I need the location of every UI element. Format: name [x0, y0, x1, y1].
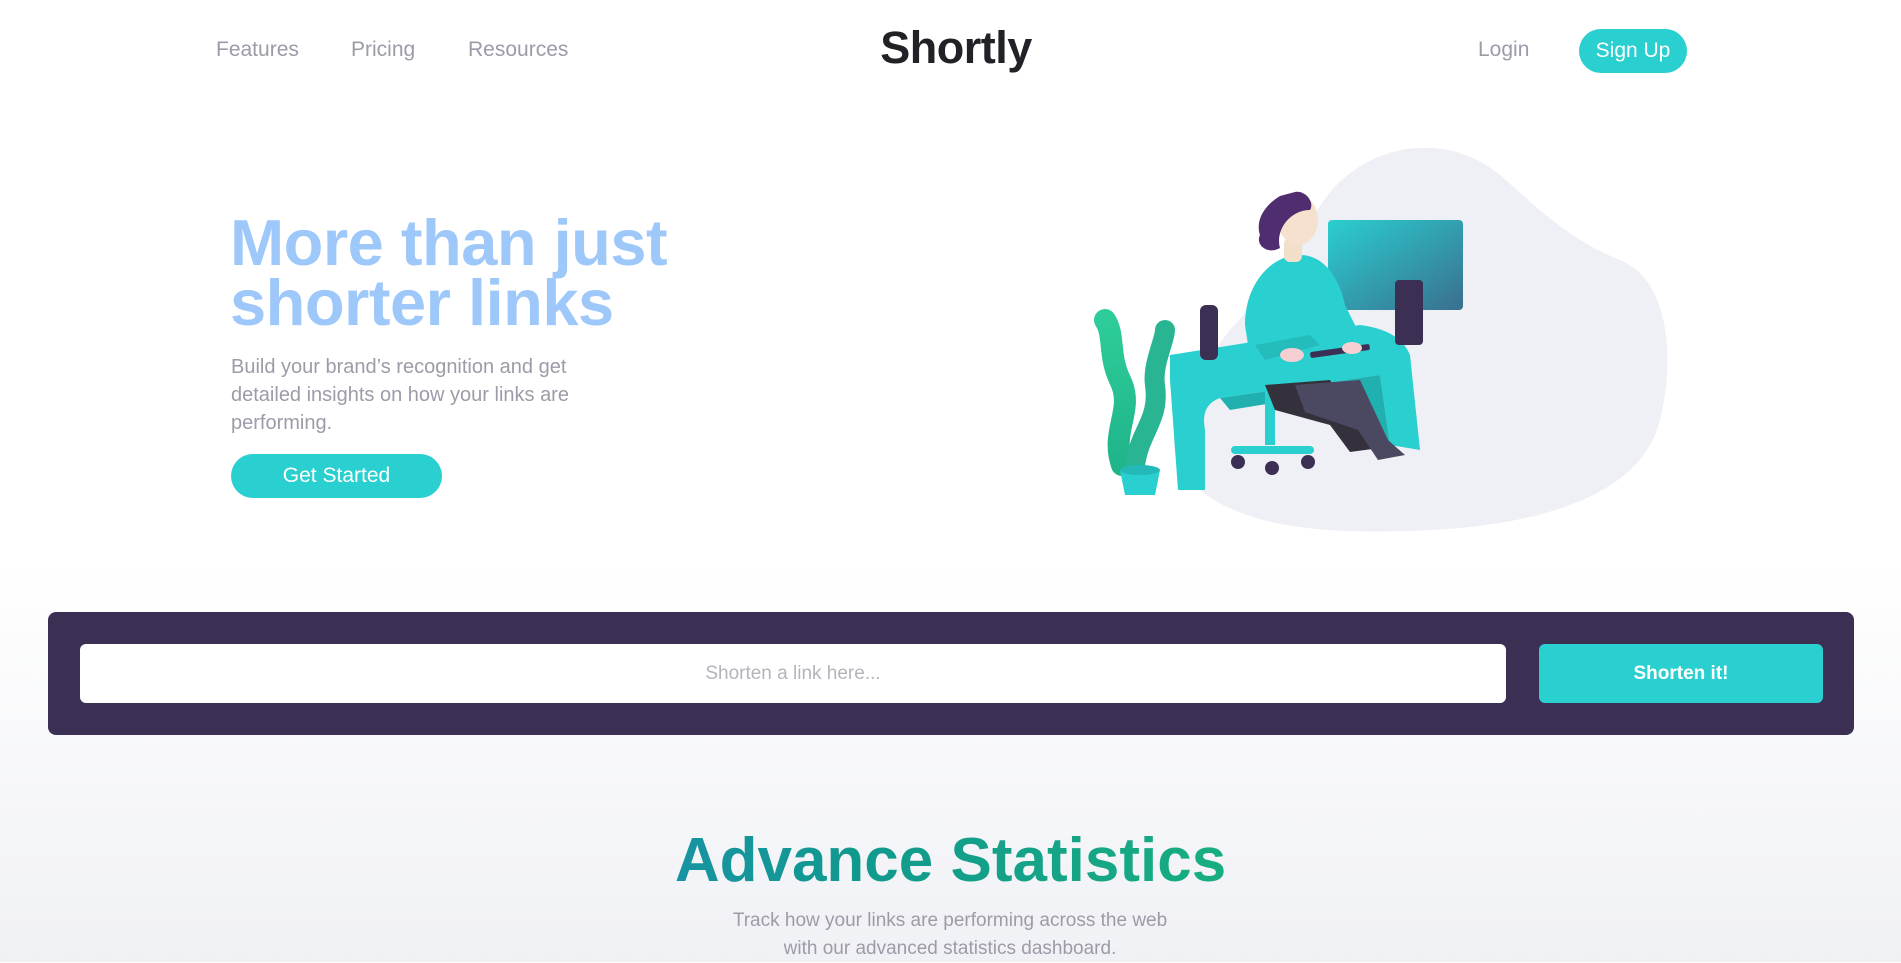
brand-logo[interactable]: Shortly: [876, 22, 1036, 74]
login-link[interactable]: Login: [1478, 38, 1529, 62]
get-started-button[interactable]: Get Started: [231, 454, 442, 498]
plant: [1094, 309, 1175, 495]
nav-pricing[interactable]: Pricing: [351, 38, 415, 62]
hero-title: More than just shorter links: [230, 206, 830, 339]
statistics-title-word-1: Advance: [674, 826, 934, 895]
statistics-description: Track how your links are performing acro…: [732, 910, 1168, 959]
nav-features[interactable]: Features: [216, 38, 299, 62]
link-shortener-panel: Shorten it!: [48, 612, 1854, 735]
signup-button[interactable]: Sign Up: [1579, 29, 1687, 73]
link-input[interactable]: [80, 644, 1506, 703]
nav-resources[interactable]: Resources: [468, 38, 568, 62]
statistics-title: Advance Statistics: [0, 826, 1901, 896]
hero-title-line-2: shorter links: [230, 266, 614, 339]
shorten-button[interactable]: Shorten it!: [1539, 644, 1823, 703]
hero-subtitle: Build your brand’s recognition and get d…: [231, 356, 569, 434]
working-person-illustration: [1094, 147, 1668, 532]
hero-title-line-1: More than just: [230, 206, 668, 279]
statistics-title-word-2: Statistics: [950, 826, 1227, 895]
